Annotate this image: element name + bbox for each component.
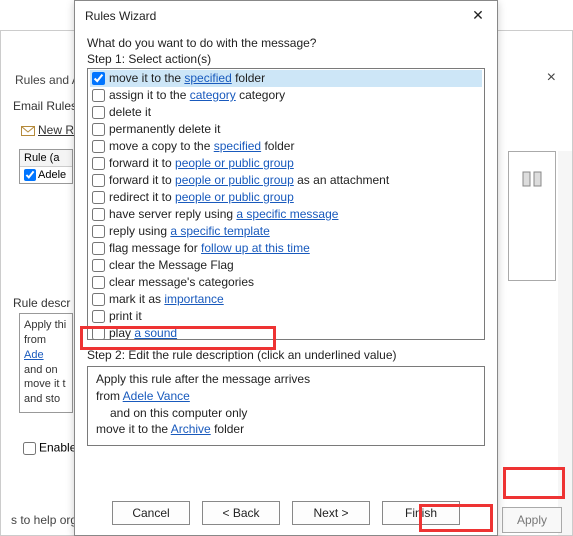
action-play-sound[interactable]: play a sound: [90, 325, 482, 340]
desc-link-from[interactable]: Adele Vance: [123, 389, 190, 403]
next-button[interactable]: Next >: [292, 501, 370, 525]
action-checkbox[interactable]: [92, 327, 105, 340]
wizard-question: What do you want to do with the message?: [87, 36, 485, 50]
action-perm-delete[interactable]: permanently delete it: [90, 121, 482, 138]
action-checkbox[interactable]: [92, 293, 105, 306]
action-clear-flag[interactable]: clear the Message Flag: [90, 257, 482, 274]
action-checkbox[interactable]: [92, 225, 105, 238]
bg-rule-preview-thumb: [508, 151, 556, 281]
bg-rule-checkbox[interactable]: [24, 169, 36, 181]
step1-label: Step 1: Select action(s): [87, 52, 485, 66]
action-assign-category[interactable]: assign it to the category category: [90, 87, 482, 104]
back-button[interactable]: < Back: [202, 501, 280, 525]
action-forward[interactable]: forward it to people or public group: [90, 155, 482, 172]
action-checkbox[interactable]: [92, 276, 105, 289]
desc-line: Apply this rule after the message arrive…: [96, 371, 476, 388]
bg-section-label: Email Rules: [13, 99, 77, 113]
step2-label: Step 2: Edit the rule description (click…: [87, 348, 485, 362]
rule-description-box: Apply this rule after the message arrive…: [87, 366, 485, 446]
action-redirect[interactable]: redirect it to people or public group: [90, 189, 482, 206]
desc-line: from Adele Vance: [96, 388, 476, 405]
action-checkbox[interactable]: [92, 174, 105, 187]
actions-list[interactable]: move it to the specified folder assign i…: [87, 68, 485, 340]
action-checkbox[interactable]: [92, 310, 105, 323]
desc-line: and on this computer only: [96, 405, 476, 422]
bg-desc-box: Apply thi from Ade and on move it t and …: [19, 313, 73, 413]
dialog-titlebar: Rules Wizard ✕: [75, 1, 497, 30]
action-checkbox[interactable]: [92, 208, 105, 221]
action-print[interactable]: print it: [90, 308, 482, 325]
action-move-to-folder[interactable]: move it to the specified folder: [90, 70, 482, 87]
close-icon[interactable]: ✕: [467, 7, 489, 24]
bg-rules-table: Rule (a Adele: [19, 149, 73, 184]
bg-footer-text: s to help orga: [11, 513, 84, 527]
action-clear-categories[interactable]: clear message's categories: [90, 274, 482, 291]
action-delete[interactable]: delete it: [90, 104, 482, 121]
action-checkbox[interactable]: [92, 72, 105, 85]
bg-scrollbar[interactable]: [558, 151, 572, 535]
bg-table-header: Rule (a: [20, 150, 72, 167]
action-checkbox[interactable]: [92, 242, 105, 255]
desc-link-folder[interactable]: Archive: [171, 422, 211, 436]
action-forward-attachment[interactable]: forward it to people or public group as …: [90, 172, 482, 189]
action-checkbox[interactable]: [92, 89, 105, 102]
dialog-title: Rules Wizard: [85, 9, 156, 23]
action-checkbox[interactable]: [92, 123, 105, 136]
action-reply-template[interactable]: reply using a specific template: [90, 223, 482, 240]
bg-new-rule-button[interactable]: New R: [21, 123, 74, 137]
action-checkbox[interactable]: [92, 157, 105, 170]
rules-wizard-dialog: Rules Wizard ✕ What do you want to do wi…: [74, 0, 498, 536]
action-mark-importance[interactable]: mark it as importance: [90, 291, 482, 308]
dialog-button-row: Cancel < Back Next > Finish: [75, 501, 497, 525]
bg-table-row[interactable]: Adele: [20, 167, 72, 183]
bg-desc-label: Rule descr: [13, 296, 70, 310]
mail-icon: [21, 125, 35, 137]
desc-line: move it to the Archive folder: [96, 421, 476, 438]
bg-close-button[interactable]: ×: [541, 67, 562, 89]
finish-button[interactable]: Finish: [382, 501, 460, 525]
preview-icon: [521, 170, 543, 188]
action-checkbox[interactable]: [92, 106, 105, 119]
bg-enable-checkbox[interactable]: [23, 442, 36, 455]
bg-enable-checkbox-row[interactable]: Enable: [19, 439, 76, 458]
action-checkbox[interactable]: [92, 259, 105, 272]
action-move-copy[interactable]: move a copy to the specified folder: [90, 138, 482, 155]
cancel-button[interactable]: Cancel: [112, 501, 190, 525]
action-server-reply[interactable]: have server reply using a specific messa…: [90, 206, 482, 223]
action-checkbox[interactable]: [92, 191, 105, 204]
bg-apply-button[interactable]: Apply: [502, 507, 562, 533]
action-checkbox[interactable]: [92, 140, 105, 153]
action-flag-followup[interactable]: flag message for follow up at this time: [90, 240, 482, 257]
